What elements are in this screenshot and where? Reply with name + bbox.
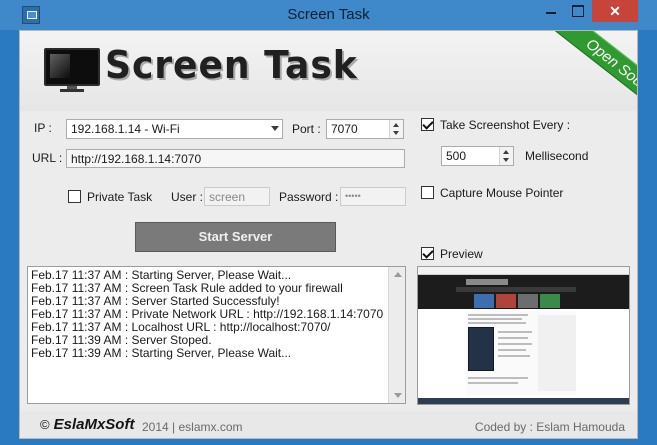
ip-label: IP : xyxy=(34,121,52,135)
app-window: Screen Task ✕ Screen Task Open Source IP… xyxy=(0,0,657,445)
brand-logo: © EslaMxSoft xyxy=(40,416,134,433)
password-field[interactable]: ••••• xyxy=(340,187,406,206)
maximize-button[interactable] xyxy=(566,0,590,22)
ip-select-value: 192.168.1.14 - Wi-Fi xyxy=(71,122,180,136)
private-task-checkbox[interactable] xyxy=(68,190,81,203)
footer-meta: 2014 | eslamx.com xyxy=(142,420,243,434)
url-field[interactable]: http://192.168.1.14:7070 xyxy=(66,149,405,168)
scroll-down-icon[interactable] xyxy=(394,393,402,398)
user-field[interactable]: screen xyxy=(204,187,270,206)
interval-stepper[interactable]: 500 xyxy=(441,146,514,166)
spin-up-icon[interactable] xyxy=(393,123,399,127)
interval-value: 500 xyxy=(446,149,467,163)
log-lines: Feb.17 11:37 AM : Starting Server, Pleas… xyxy=(31,269,387,401)
screenshot-preview xyxy=(417,266,630,405)
take-screenshot-label: Take Screenshot Every : xyxy=(440,118,571,132)
close-button[interactable]: ✕ xyxy=(592,0,638,22)
monitor-icon xyxy=(44,48,100,92)
footer-credit: Coded by : Eslam Hamouda xyxy=(474,420,625,434)
footer: © EslaMxSoft 2014 | eslamx.com Coded by :… xyxy=(20,411,637,438)
scroll-up-icon[interactable] xyxy=(394,272,402,277)
port-stepper-arrows[interactable] xyxy=(389,120,403,138)
port-stepper[interactable]: 7070 xyxy=(326,119,404,139)
app-logo-title: Screen Task xyxy=(105,43,358,87)
minimize-button[interactable] xyxy=(540,0,564,22)
preview-checkbox[interactable] xyxy=(421,247,434,260)
window-border xyxy=(0,439,657,445)
chevron-down-icon[interactable] xyxy=(271,126,279,131)
log-textbox[interactable]: Feb.17 11:37 AM : Starting Server, Pleas… xyxy=(27,266,406,404)
capture-mouse-label: Capture Mouse Pointer xyxy=(440,186,564,200)
brand-name: EslaMxSoft xyxy=(53,416,135,433)
interval-unit-label: Mellisecond xyxy=(525,149,589,163)
main-panel: Screen Task Open Source IP : 192.168.1.1… xyxy=(19,30,638,439)
spin-down-icon[interactable] xyxy=(503,158,509,162)
capture-mouse-checkbox[interactable] xyxy=(421,186,434,199)
header-banner: Screen Task xyxy=(20,31,637,111)
preview-label: Preview xyxy=(440,247,483,261)
interval-stepper-arrows[interactable] xyxy=(499,147,513,165)
log-line: Feb.17 11:39 AM : Starting Server, Pleas… xyxy=(31,346,292,360)
private-task-label: Private Task xyxy=(87,190,153,204)
port-value: 7070 xyxy=(331,122,358,136)
log-scrollbar[interactable] xyxy=(388,267,405,403)
spin-down-icon[interactable] xyxy=(393,131,399,135)
user-label: User : xyxy=(171,190,204,204)
take-screenshot-checkbox[interactable] xyxy=(421,118,434,131)
url-label: URL : xyxy=(32,151,63,165)
title-bar[interactable]: Screen Task ✕ xyxy=(0,0,657,30)
copyright-symbol: © xyxy=(40,417,50,432)
port-label: Port : xyxy=(292,122,321,136)
start-server-button[interactable]: Start Server xyxy=(135,222,336,252)
spin-up-icon[interactable] xyxy=(503,150,509,154)
password-label: Password : xyxy=(279,190,339,204)
ip-select[interactable]: 192.168.1.14 - Wi-Fi xyxy=(66,119,283,139)
